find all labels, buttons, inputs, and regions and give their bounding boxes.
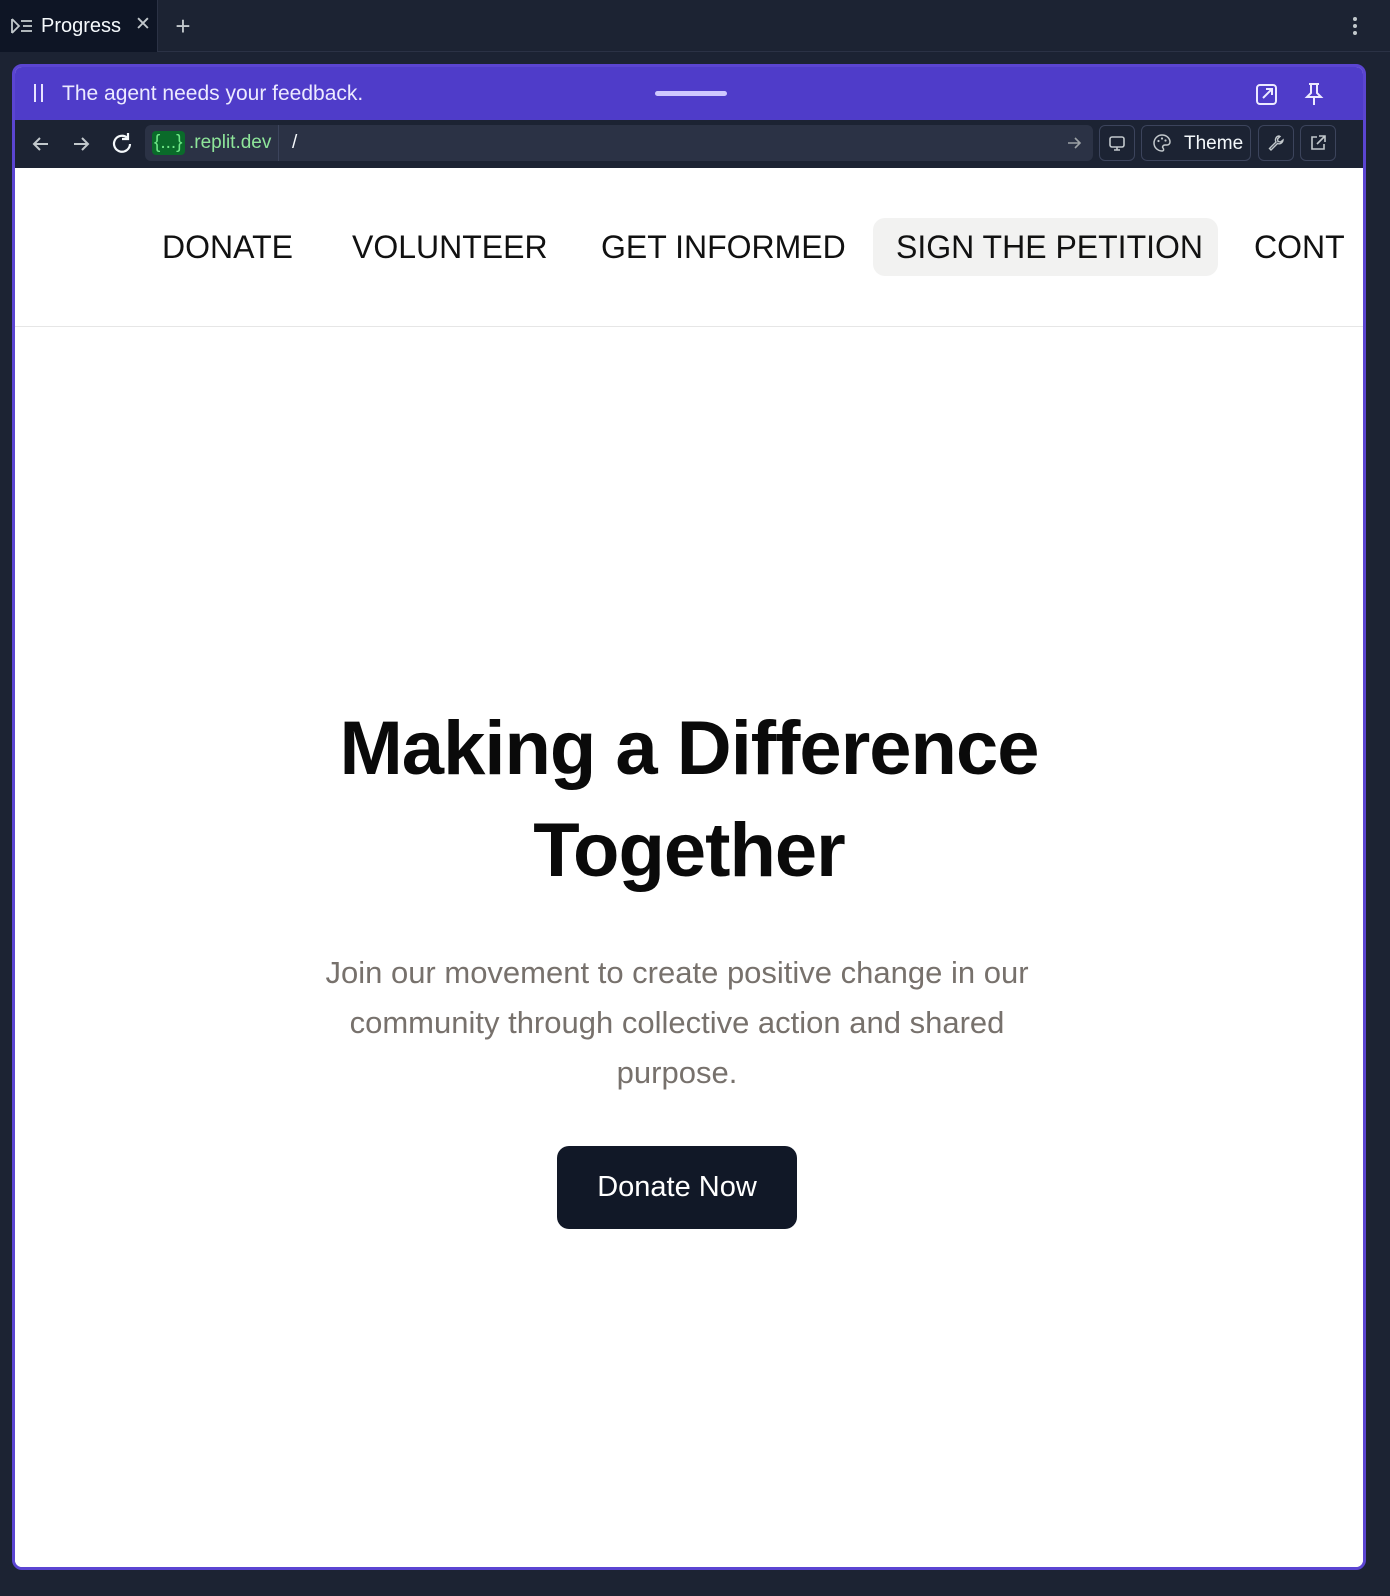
reload-icon[interactable]: [108, 130, 136, 158]
back-icon[interactable]: [27, 130, 55, 158]
nav-link-sign-the-petition[interactable]: SIGN THE PETITION: [873, 218, 1218, 276]
tab-strip: Progress ✕ +: [0, 0, 1390, 52]
donate-now-button[interactable]: Donate Now: [557, 1146, 797, 1229]
close-icon[interactable]: ✕: [132, 14, 154, 36]
hero-title-line-1: Making a Difference: [339, 706, 1040, 791]
new-tab-button[interactable]: +: [170, 13, 196, 39]
nav-link-get-informed[interactable]: GET INFORMED: [578, 218, 869, 276]
external-link-icon: [1311, 135, 1326, 150]
devtools-button[interactable]: [1258, 125, 1294, 161]
progress-icon: [10, 17, 34, 35]
pin-icon[interactable]: [1301, 81, 1327, 107]
hero-subtitle: Join our movement to create positive cha…: [325, 955, 1029, 1090]
open-new-window-button[interactable]: [1300, 125, 1336, 161]
nav-link-volunteer[interactable]: VOLUNTEER: [329, 218, 571, 276]
site-page: DONATE VOLUNTEER GET INFORMED SIGN THE P…: [15, 168, 1363, 1567]
wrench-icon: [1268, 135, 1284, 151]
url-field[interactable]: {...} .replit.dev /: [145, 125, 1093, 161]
webview-frame: The agent needs your feedback. {...} .re…: [12, 64, 1366, 1570]
pause-icon[interactable]: [32, 84, 46, 102]
url-divider: [278, 125, 279, 161]
go-arrow-icon[interactable]: [1065, 134, 1083, 152]
more-options-icon[interactable]: [1346, 14, 1364, 40]
theme-label: Theme: [1184, 133, 1244, 154]
tab-progress[interactable]: Progress ✕: [0, 0, 158, 52]
expand-icon[interactable]: [1254, 81, 1280, 107]
tab-title: Progress: [41, 15, 122, 37]
device-preview-button[interactable]: [1099, 125, 1135, 161]
palette-icon: [1153, 134, 1171, 152]
url-path: /: [292, 132, 298, 153]
hero-title-line-2: Together: [533, 808, 845, 893]
agent-feedback-bar: The agent needs your feedback.: [15, 67, 1363, 120]
url-redacted-chip: {...}: [152, 131, 185, 155]
agent-message: The agent needs your feedback.: [62, 82, 364, 105]
browser-toolbar: {...} .replit.dev / Theme: [15, 120, 1363, 168]
nav-link-donate[interactable]: DONATE: [139, 218, 316, 276]
forward-icon[interactable]: [67, 130, 95, 158]
hero-title: Making a Difference Together: [15, 698, 1363, 902]
site-navigation: DONATE VOLUNTEER GET INFORMED SIGN THE P…: [15, 168, 1363, 327]
monitor-icon: [1109, 136, 1125, 151]
url-host: .replit.dev: [189, 132, 272, 153]
theme-button[interactable]: Theme: [1141, 125, 1251, 161]
drag-handle[interactable]: [655, 91, 727, 96]
nav-link-contact[interactable]: CONT: [1231, 218, 1363, 276]
